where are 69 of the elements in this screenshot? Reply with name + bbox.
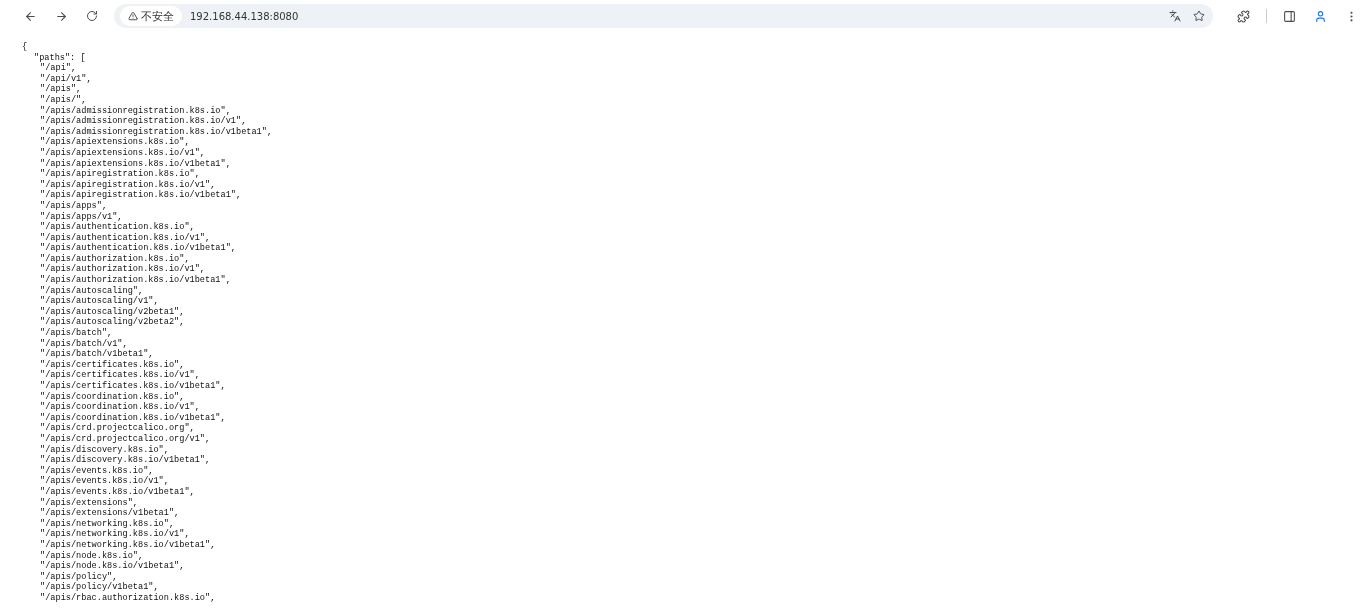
back-arrow-icon	[24, 9, 37, 23]
code-line: {	[22, 42, 28, 53]
code-line: "/apis/autoscaling/v2beta1",	[39, 306, 185, 317]
code-line: "/apis/coordination.k8s.io/v1",	[39, 402, 200, 413]
url-field[interactable]: 192.168.44.138:8080	[190, 10, 1159, 22]
code-line: "/apis/apiextensions.k8s.io/v1beta1",	[39, 158, 231, 169]
side-panel-icon	[1283, 9, 1296, 23]
extensions-button[interactable]	[1235, 7, 1252, 25]
code-line: "/apis/authorization.k8s.io",	[39, 253, 190, 264]
code-line: "/apis/apps",	[39, 200, 108, 212]
code-line: "/apis/certificates.k8s.io/v1beta1",	[39, 381, 226, 392]
translate-button[interactable]	[1167, 8, 1183, 24]
code-line: "/apis/node.k8s.io/v1beta1",	[39, 561, 185, 572]
code-line: "paths": [	[33, 52, 86, 63]
person-icon	[1314, 9, 1327, 23]
code-line: "/api/v1",	[39, 73, 92, 84]
code-line: "/apis/apiregistration.k8s.io/v1",	[39, 179, 216, 190]
code-line: "/apis/admissionregistration.k8s.io/v1beta1",	[39, 126, 273, 137]
code-line: "/apis/admissionregistration.k8s.io/v1",	[39, 116, 247, 127]
code-line: "/apis/autoscaling/v2beta2",	[39, 317, 185, 328]
translate-icon	[1169, 10, 1181, 22]
code-line: "/apis/networking.k8s.io",	[39, 518, 175, 529]
code-line: "/apis/policy/v1beta1",	[39, 582, 159, 593]
code-line: "/apis/",	[39, 94, 87, 106]
code-line: "/apis/extensions",	[39, 497, 138, 508]
code-line: "/apis/batch/v1",	[39, 338, 128, 349]
code-line: "/apis/networking.k8s.io/v1",	[39, 529, 190, 540]
code-line: "/apis/apps/v1",	[39, 211, 123, 222]
code-line: "/api",	[39, 63, 77, 74]
code-line: "/apis/policy",	[39, 571, 118, 582]
address-bar[interactable]: 不安全 192.168.44.138:8080	[114, 4, 1213, 28]
bookmark-star-button[interactable]	[1191, 8, 1207, 24]
code-line: "/apis/crd.projectcalico.org/v1",	[39, 433, 211, 445]
code-line: "/apis/events.k8s.io",	[39, 465, 154, 476]
code-line: "/apis/rbac.authorization.k8s.io",	[39, 592, 216, 604]
code-line: "/apis/authentication.k8s.io/v1",	[39, 232, 211, 243]
security-chip[interactable]: 不安全	[120, 6, 182, 26]
code-line: "/apis/certificates.k8s.io/v1",	[39, 370, 200, 381]
code-line: "/apis/apiregistration.k8s.io/v1beta1",	[39, 190, 242, 201]
forward-arrow-icon	[55, 9, 68, 23]
code-line: "/apis/certificates.k8s.io",	[39, 359, 185, 370]
code-line: "/apis/batch/v1beta1",	[39, 349, 154, 360]
code-line: "/apis/extensions/v1beta1",	[39, 508, 180, 519]
code-line: "/apis/authentication.k8s.io",	[39, 222, 195, 233]
puzzle-icon	[1237, 9, 1250, 23]
code-line: "/apis/events.k8s.io/v1beta1",	[39, 486, 195, 498]
code-line: "/apis/coordination.k8s.io/v1beta1",	[39, 412, 226, 423]
code-line: "/apis/networking.k8s.io/v1beta1",	[39, 539, 216, 551]
code-line: "/apis/node.k8s.io",	[39, 550, 144, 561]
code-line: "/apis/crd.projectcalico.org",	[39, 423, 195, 434]
warning-icon	[128, 11, 138, 21]
code-line: "/apis/coordination.k8s.io",	[39, 391, 185, 402]
code-line: "/apis/apiregistration.k8s.io",	[39, 169, 200, 180]
code-line: "/apis/discovery.k8s.io/v1beta1",	[39, 455, 211, 466]
code-line: "/apis/admissionregistration.k8s.io",	[39, 105, 231, 116]
code-line: "/apis/batch",	[39, 328, 113, 339]
code-line: "/apis/authorization.k8s.io/v1",	[39, 264, 206, 275]
code-line: "/apis/autoscaling",	[39, 285, 144, 296]
code-line: "/apis/apiextensions.k8s.io/v1",	[39, 147, 206, 159]
code-line: "/apis",	[39, 84, 82, 95]
reload-button[interactable]	[84, 8, 100, 24]
code-line: "/apis/discovery.k8s.io",	[39, 444, 169, 455]
code-line: "/apis/events.k8s.io/v1",	[39, 476, 169, 487]
code-line: "/apis/apiextensions.k8s.io",	[39, 137, 190, 148]
code-line: "/apis/authorization.k8s.io/v1beta1",	[39, 275, 231, 286]
star-icon	[1193, 10, 1205, 22]
code-line: "/apis/authentication.k8s.io/v1beta1",	[39, 243, 236, 254]
reload-icon	[86, 10, 98, 22]
code-line: "/apis/autoscaling/v1",	[39, 296, 159, 307]
